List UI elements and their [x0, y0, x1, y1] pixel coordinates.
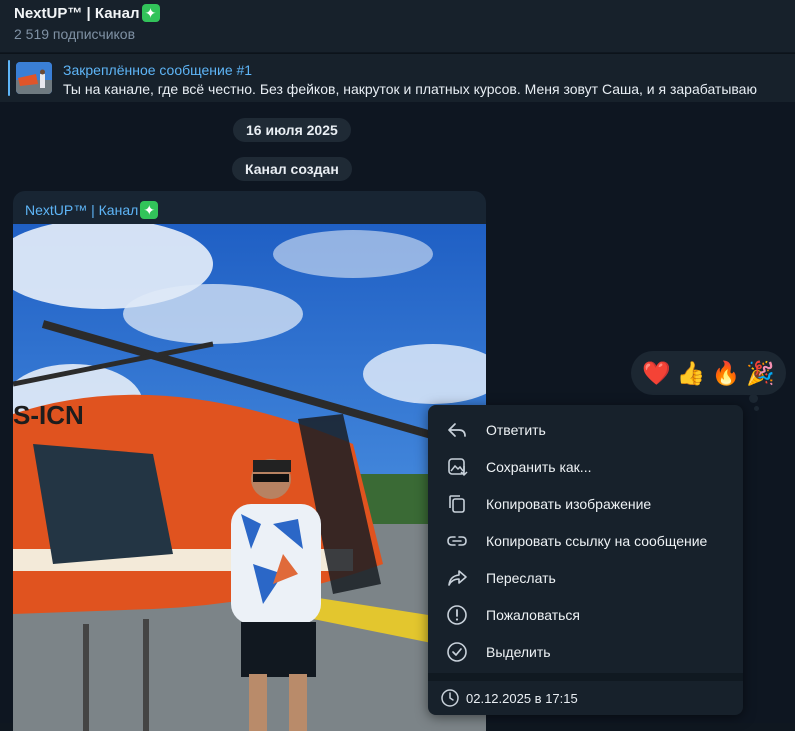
menu-item-copy-image[interactable]: Копировать изображение [428, 485, 743, 522]
message-timestamp: 02.12.2025 в 17:15 [428, 681, 743, 715]
pinned-indicator [8, 60, 10, 96]
reaction-bubble-tail [749, 394, 758, 403]
reaction-picker[interactable]: ❤️ 👍 🔥 🎉 [631, 351, 786, 395]
message-bubble[interactable]: NextUP™ | Канал ✦ S-ICN [13, 191, 486, 731]
reply-icon [428, 419, 486, 441]
reaction-fire[interactable]: 🔥 [712, 361, 741, 385]
menu-item-copy-link[interactable]: Копировать ссылку на сообщение [428, 522, 743, 559]
menu-divider [428, 673, 743, 681]
author-name: NextUP™ | Канал [25, 202, 139, 218]
reaction-thumbs-up[interactable]: 👍 [677, 361, 706, 385]
menu-item-forward[interactable]: Переслать [428, 559, 743, 596]
menu-label: Переслать [486, 569, 556, 586]
menu-item-save-as[interactable]: Сохранить как... [428, 448, 743, 485]
pinned-title: Закреплённое сообщение #1 [63, 62, 253, 78]
menu-label: Копировать ссылку на сообщение [486, 532, 708, 549]
pinned-message-bar[interactable]: Закреплённое сообщение #1 Ты на канале, … [0, 53, 795, 102]
save-image-icon [428, 456, 486, 478]
date-separator: 16 июля 2025 [233, 118, 351, 142]
copy-icon [428, 493, 486, 515]
report-icon [428, 604, 486, 626]
pinned-text: Ты на канале, где всё честно. Без фейков… [63, 81, 757, 97]
channel-created-notice: Канал создан [232, 157, 352, 181]
menu-label: Выделить [486, 643, 551, 660]
menu-item-report[interactable]: Пожаловаться [428, 596, 743, 633]
select-icon [428, 641, 486, 663]
svg-text:S-ICN: S-ICN [13, 400, 84, 430]
link-icon [428, 530, 486, 552]
menu-label: Копировать изображение [486, 495, 652, 512]
pinned-thumbnail [16, 62, 52, 94]
message-photo[interactable]: S-ICN [13, 224, 486, 731]
reaction-bubble-tail-small [754, 406, 759, 411]
menu-item-reply[interactable]: Ответить [428, 411, 743, 448]
context-menu: Ответить Сохранить как... Копировать изо… [428, 405, 743, 715]
forward-icon [428, 567, 486, 589]
menu-label: Сохранить как... [486, 458, 592, 475]
sparkle-emoji-icon: ✦ [141, 4, 160, 22]
channel-name: NextUP™ | Канал [14, 4, 140, 22]
menu-label: Пожаловаться [486, 606, 581, 623]
menu-label: Ответить [486, 421, 546, 438]
message-author[interactable]: NextUP™ | Канал ✦ [25, 201, 159, 219]
timestamp-text: 02.12.2025 в 17:15 [466, 690, 578, 706]
subscriber-count: 2 519 подписчиков [14, 26, 136, 42]
reaction-party[interactable]: 🎉 [746, 361, 775, 385]
clock-icon [440, 688, 460, 708]
sparkle-emoji-icon: ✦ [140, 201, 159, 219]
menu-item-select[interactable]: Выделить [428, 633, 743, 670]
reaction-heart[interactable]: ❤️ [642, 361, 671, 385]
channel-title[interactable]: NextUP™ | Канал ✦ [14, 4, 160, 22]
chat-header[interactable]: NextUP™ | Канал ✦ 2 519 подписчиков [0, 0, 795, 52]
